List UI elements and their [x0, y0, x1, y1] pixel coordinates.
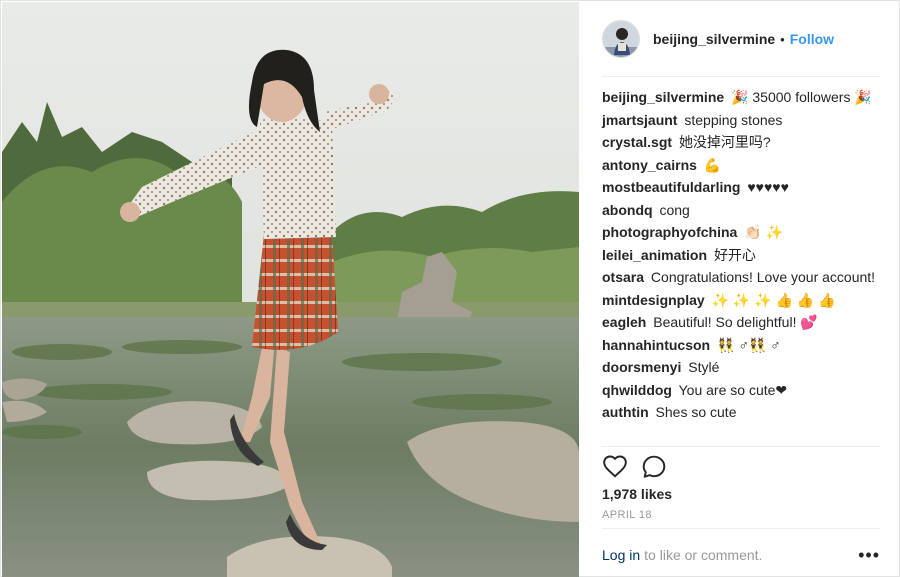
comment-item: mostbeautifuldarling ♥♥♥♥♥ [602, 178, 880, 196]
more-options-button[interactable]: ••• [858, 545, 880, 566]
post-photo[interactable] [2, 2, 579, 577]
comment-text: 她没掉河里吗? [678, 134, 771, 150]
header-username[interactable]: beijing_silvermine [653, 31, 775, 47]
login-footer: Log in to like or comment. ••• [602, 545, 880, 566]
heart-icon[interactable] [602, 454, 628, 480]
comment-item: leilei_animation 好开心 [602, 246, 880, 264]
comment-item: mintdesignplay ✨ ✨ ✨ 👍 👍 👍 [602, 291, 880, 309]
comment-username[interactable]: authtin [602, 404, 649, 420]
divider [602, 76, 880, 77]
speech-bubble-icon[interactable] [641, 454, 667, 480]
comment-username[interactable]: beijing_silvermine [602, 89, 724, 105]
follow-button[interactable]: Follow [790, 31, 834, 47]
comment-username[interactable]: photographyofchina [602, 224, 737, 240]
comment-text: 💪 [703, 156, 722, 173]
comment-text: ✨ ✨ ✨ 👍 👍 👍 [711, 291, 836, 308]
comment-text: 好开心 [713, 246, 756, 263]
comment-text: 👯 ♂👯 ♂ [717, 336, 781, 353]
comment-item: beijing_silvermine 🎉 35000 followers 🎉 [602, 88, 880, 106]
post-actions [602, 454, 680, 480]
avatar-image [603, 21, 639, 57]
comment-text: ♥♥♥♥♥ [747, 179, 789, 195]
comment-username[interactable]: mintdesignplay [602, 292, 705, 308]
comment-username[interactable]: abondq [602, 202, 653, 218]
comment-text: stepping stones [684, 111, 783, 128]
comment-username[interactable]: doorsmenyi [602, 359, 681, 375]
comment-username[interactable]: eagleh [602, 314, 646, 330]
comment-item: doorsmenyi Stylé [602, 358, 880, 376]
login-link[interactable]: Log in [602, 547, 640, 563]
comment-item: jmartsjaunt stepping stones [602, 111, 880, 129]
divider [602, 528, 880, 529]
comment-item: otsara Congratulations! Love your accoun… [602, 268, 880, 286]
comments-list: beijing_silvermine 🎉 35000 followers 🎉 jm… [602, 88, 880, 426]
header-separator: • [780, 31, 785, 47]
comment-item: photographyofchina 👏🏻 ✨ [602, 223, 880, 241]
comment-username[interactable]: qhwilddog [602, 382, 672, 398]
post-frame: beijing_silvermine • Follow beijing_silv… [0, 0, 900, 577]
comment-text: 🎉 35000 followers 🎉 [731, 89, 872, 105]
avatar[interactable] [602, 20, 640, 58]
comment-item: qhwilddog You are so cute❤ [602, 381, 880, 399]
login-prompt-text: to like or comment. [644, 547, 763, 563]
comment-username[interactable]: crystal.sgt [602, 134, 672, 150]
comment-username[interactable]: leilei_animation [602, 247, 707, 263]
comment-item: hannahintucson 👯 ♂👯 ♂ [602, 336, 880, 354]
comment-text: Beautiful! So delightful! 💕 [653, 314, 818, 330]
comment-item: crystal.sgt 她没掉河里吗? [602, 133, 880, 151]
photo-illustration [2, 2, 579, 577]
comment-text: Stylé [688, 359, 720, 375]
post-date[interactable]: APRIL 18 [602, 509, 652, 521]
post-sidebar: beijing_silvermine • Follow beijing_silv… [580, 2, 900, 577]
comment-item: antony_cairns 💪 [602, 156, 880, 174]
comment-text: Congratulations! Love your account! [650, 269, 876, 285]
comment-text: You are so cute❤ [678, 381, 788, 398]
comment-username[interactable]: otsara [602, 269, 644, 285]
comment-username[interactable]: hannahintucson [602, 337, 710, 353]
comment-text: Shes so cute [655, 404, 737, 420]
comment-item: eagleh Beautiful! So delightful! 💕 [602, 313, 880, 331]
comment-text: cong [659, 201, 690, 218]
likes-count[interactable]: 1,978 likes [602, 486, 672, 502]
comment-username[interactable]: antony_cairns [602, 157, 697, 173]
divider [602, 446, 880, 447]
comment-username[interactable]: jmartsjaunt [602, 112, 677, 128]
comment-item: authtin Shes so cute [602, 403, 880, 421]
comment-item: abondq cong [602, 201, 880, 219]
post-header: beijing_silvermine • Follow [602, 19, 880, 59]
comment-username[interactable]: mostbeautifuldarling [602, 179, 740, 195]
comment-text: 👏🏻 ✨ [744, 224, 783, 240]
